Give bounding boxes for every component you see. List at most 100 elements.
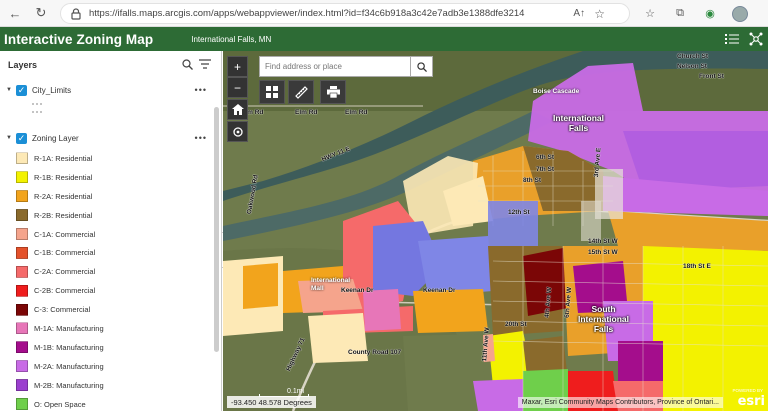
panel-scrollbar[interactable] <box>214 107 219 352</box>
label-boise-cascade: Boise Cascade <box>533 88 580 95</box>
legend-swatch <box>16 265 28 278</box>
profile-avatar[interactable] <box>730 4 750 24</box>
avatar <box>732 5 748 22</box>
legend-label: R-2B: Residential <box>34 210 93 220</box>
label-keenan-2: Keenan Dr <box>423 287 456 294</box>
layer-city-limits[interactable]: ▼ ✓ City_Limits ••• <box>0 79 221 101</box>
legend-item: C-2B: Commercial <box>0 281 221 300</box>
expand-arrow-icon[interactable]: ▼ <box>6 135 16 141</box>
legend-label: M-1A: Manufacturing <box>34 323 104 333</box>
print-button[interactable] <box>320 80 346 104</box>
legend-item: M-1A: Manufacturing <box>0 319 221 338</box>
legend-item: M-2A: Manufacturing <box>0 357 221 376</box>
scale-label: 0.1mi <box>287 388 305 395</box>
filter-list-icon[interactable] <box>199 59 211 70</box>
esri-powered-by: POWERED BY <box>732 388 763 393</box>
legend-swatch <box>16 341 28 354</box>
app-header: Interactive Zoning Map International Fal… <box>0 27 768 51</box>
legend-label: M-1B: Manufacturing <box>34 342 104 352</box>
search-button[interactable] <box>410 56 433 77</box>
zoning-legend: R-1A: Residential R-1B: Residential R-2A: … <box>0 149 221 411</box>
home-button[interactable] <box>227 99 248 120</box>
legend-swatch <box>16 398 28 411</box>
legend-swatch <box>16 152 28 165</box>
legend-item: C-2A: Commercial <box>0 262 221 281</box>
ruler-icon <box>294 85 308 99</box>
legend-label: R-1B: Residential <box>34 172 93 182</box>
legend-item: R-1A: Residential <box>0 149 221 168</box>
legend-item: R-1B: Residential <box>0 168 221 187</box>
layer-visibility-checkbox[interactable]: ✓ <box>16 132 27 144</box>
coordinate-readout: -93.450 48.578 Degrees <box>227 396 316 408</box>
legend-item: R-2A: Residential <box>0 187 221 206</box>
collections-icon[interactable]: ⧉ <box>670 4 690 24</box>
label-nelson-st: Nelson St <box>677 63 707 70</box>
map-attribution: Maxar, Esri Community Maps Contributors,… <box>517 397 723 408</box>
label-15th-st: 15th St W <box>588 249 618 256</box>
favorites-icon[interactable]: ☆ <box>640 4 660 24</box>
legend-swatch <box>16 190 28 203</box>
city-limits-symbol <box>0 101 221 115</box>
search-input[interactable]: Find address or place <box>259 56 433 77</box>
share-icon[interactable] <box>748 31 764 47</box>
zoom-out-button[interactable]: − <box>227 77 248 98</box>
more-options-icon[interactable]: ••• <box>195 133 207 143</box>
label-elm-rd-2: Elm Rd <box>295 109 318 116</box>
label-20th-st: 20th St <box>505 321 527 328</box>
basemap-gallery-button[interactable] <box>259 80 285 104</box>
home-icon <box>231 104 244 115</box>
zoom-in-button[interactable]: + <box>227 56 248 77</box>
app-title: Interactive Zoning Map <box>4 31 154 47</box>
locate-icon <box>232 126 243 137</box>
legend-label: R-2A: Residential <box>34 191 93 201</box>
legend-item: C-1A: Commercial <box>0 225 221 244</box>
label-front-st: Front St <box>699 73 724 80</box>
legend-label: R-1A: Residential <box>34 153 93 163</box>
label-south-international-falls: South International Falls <box>578 304 630 334</box>
legend-item: M-1B: Manufacturing <box>0 338 221 357</box>
legend-item: M-2B: Manufacturing <box>0 376 221 395</box>
read-aloud-icon[interactable]: A↑ <box>573 8 585 19</box>
measure-button[interactable] <box>288 80 314 104</box>
layers-panel: Layers ▼ ✓ City_Limits ••• ▼ ✓ Zoning La… <box>0 51 222 411</box>
legend-swatch <box>16 171 28 184</box>
coordinate-text: -93.450 48.578 Degrees <box>231 397 312 407</box>
more-options-icon[interactable]: ••• <box>195 85 207 95</box>
extension-icon[interactable]: ◉ <box>700 4 720 24</box>
legend-swatch <box>16 228 28 240</box>
label-14th-st: 14th St W <box>588 238 618 245</box>
app-subtitle: International Falls, MN <box>191 34 272 44</box>
lock-icon <box>71 7 81 20</box>
legend-swatch <box>16 303 28 316</box>
label-8th-st: 8th St <box>523 177 542 184</box>
print-icon <box>326 86 340 98</box>
layer-zoning[interactable]: ▼ ✓ Zoning Layer ••• <box>0 127 221 149</box>
zoning-map <box>223 51 768 411</box>
expand-arrow-icon[interactable]: ▼ <box>6 87 16 93</box>
legend-item: C-3: Commercial <box>0 300 221 319</box>
reload-icon[interactable]: ↻ <box>30 2 52 24</box>
legend-swatch <box>16 360 28 373</box>
map-view[interactable]: International Falls South International Fal… <box>223 51 768 411</box>
label-keenan-1: Keenan Dr <box>341 287 374 294</box>
layer-list-icon[interactable] <box>724 31 740 47</box>
label-7th-st: 7th St <box>536 166 555 173</box>
my-location-button[interactable] <box>227 121 248 142</box>
favorite-star-icon[interactable]: ☆ <box>594 7 605 21</box>
legend-label: O: Open Space <box>34 399 86 409</box>
grid-icon <box>266 86 278 98</box>
layer-label: City_Limits <box>32 85 72 95</box>
legend-label: M-2A: Manufacturing <box>34 361 104 371</box>
layer-label: Zoning Layer <box>32 133 79 143</box>
address-bar[interactable]: https://ifalls.maps.arcgis.com/apps/weba… <box>60 3 630 24</box>
legend-label: C-1B: Commercial <box>34 248 96 258</box>
search-icon <box>416 61 427 72</box>
label-elm-rd-3: Elm Rd <box>345 109 368 116</box>
label-6th-st: 6th St <box>536 154 555 161</box>
legend-label: C-2B: Commercial <box>34 286 96 296</box>
legend-swatch <box>16 322 28 335</box>
esri-logo: esri <box>737 394 765 409</box>
back-icon[interactable]: ← <box>4 2 26 24</box>
search-icon[interactable] <box>182 59 193 70</box>
layer-visibility-checkbox[interactable]: ✓ <box>16 84 27 96</box>
